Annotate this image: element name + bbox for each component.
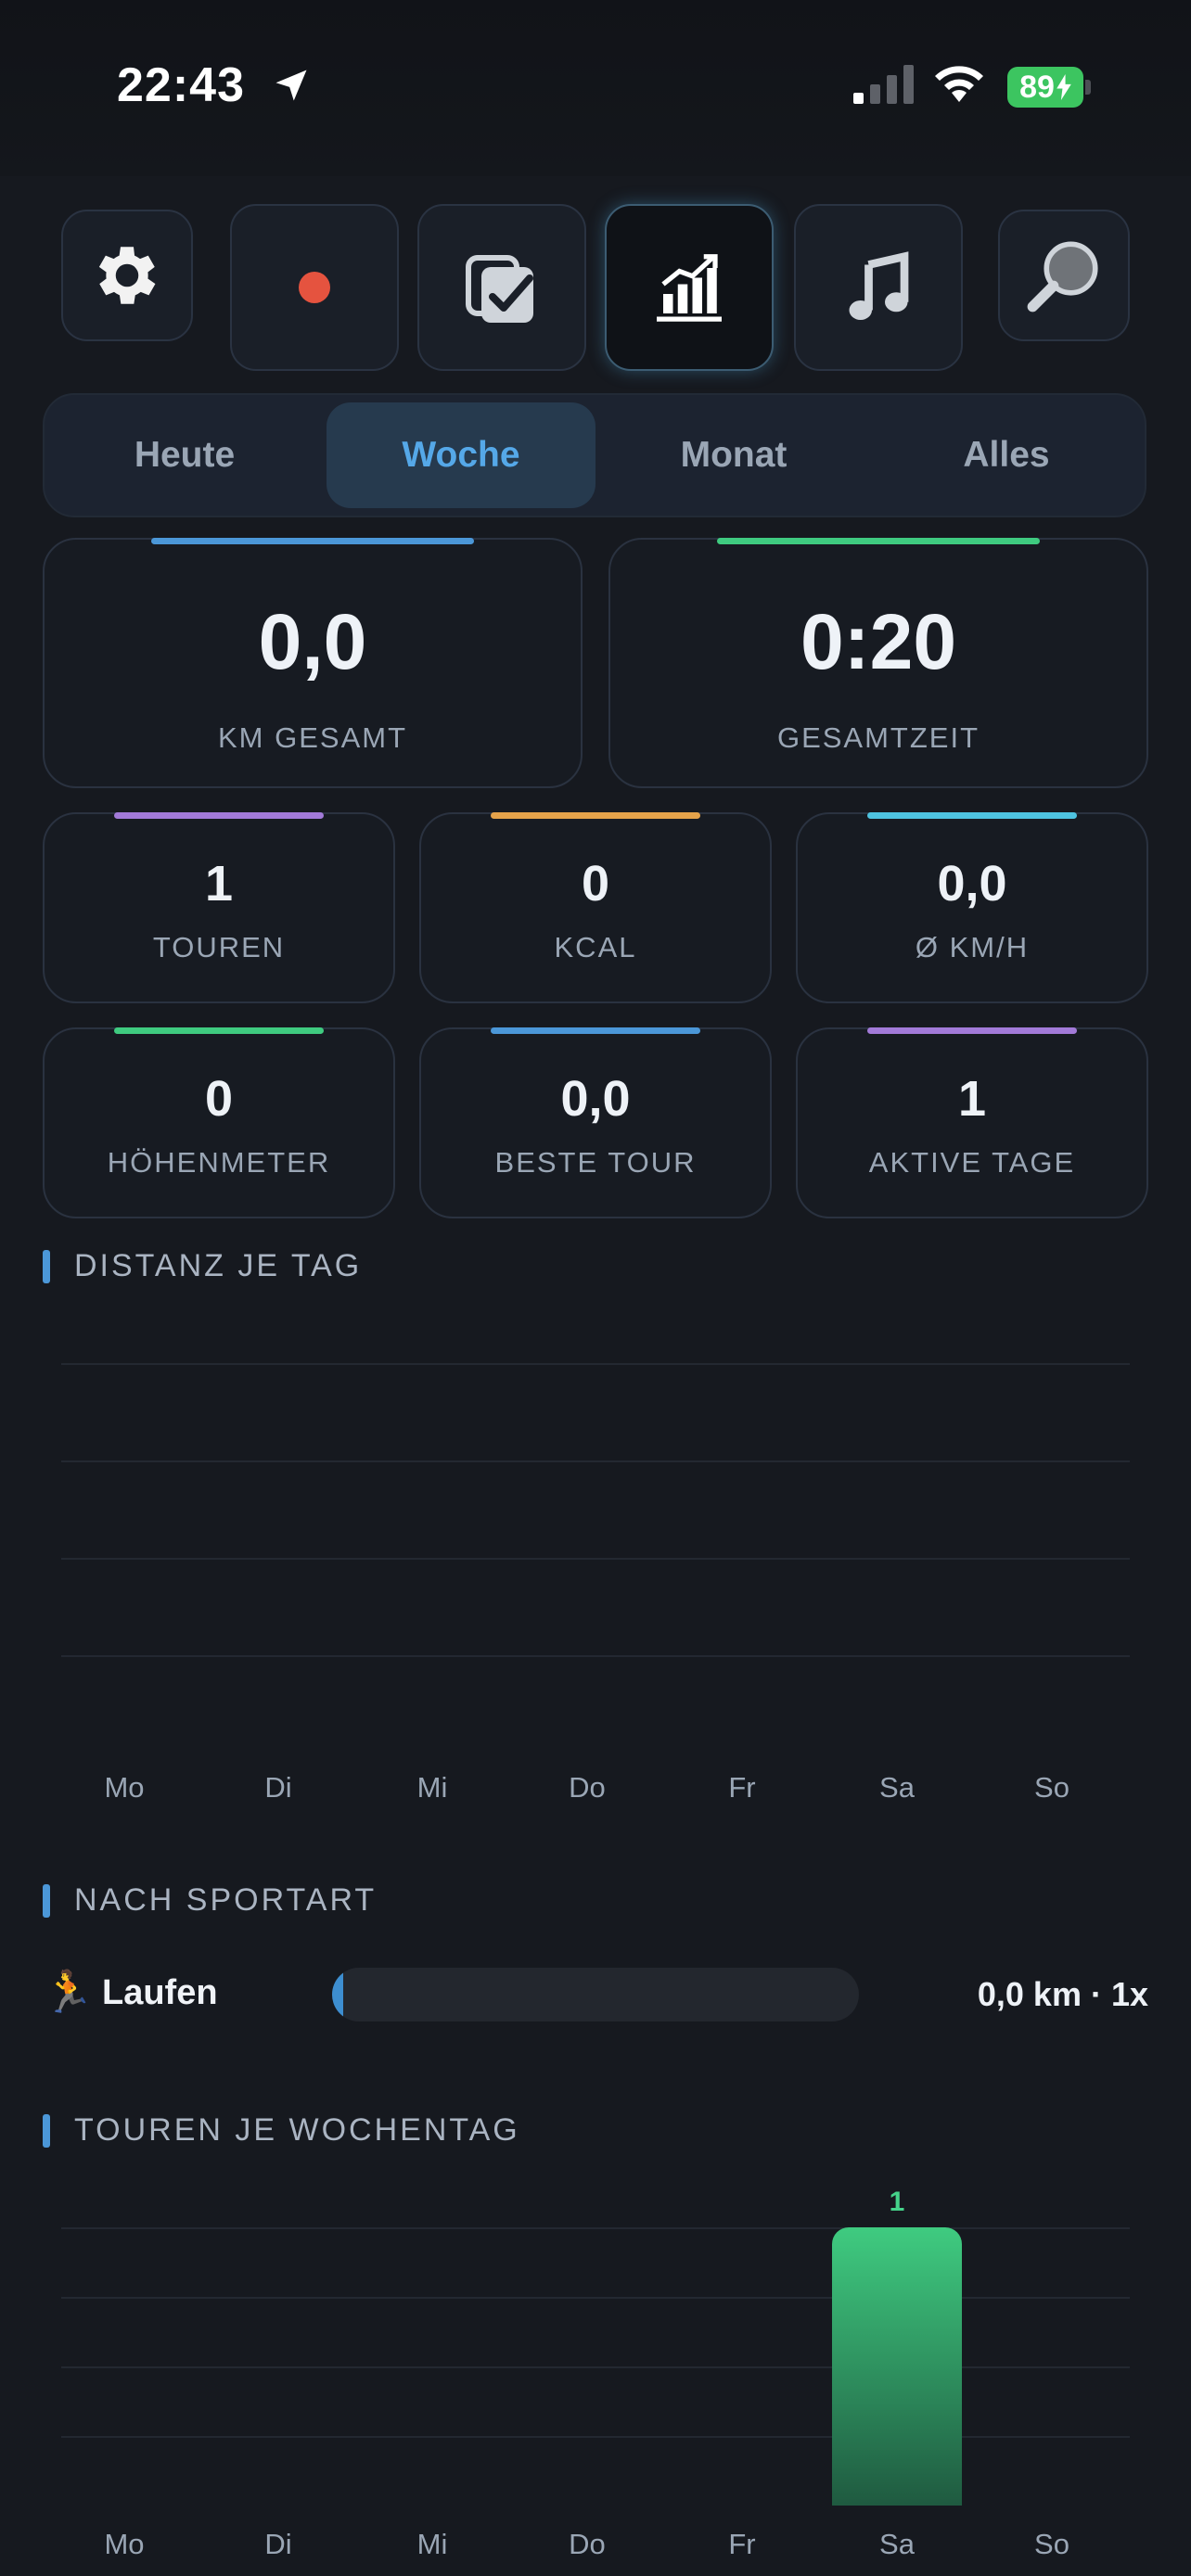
chart-tick-label: Di — [264, 1771, 292, 1804]
runner-icon: 🏃 — [43, 1970, 94, 2015]
checklist-icon — [466, 255, 533, 323]
active-days-card: 1 AKTIVE TAGE — [796, 1027, 1148, 1218]
elevation-card: 0 HÖHENMETER — [43, 1027, 395, 1218]
tours-label: TOUREN — [152, 931, 286, 963]
charging-bolt-icon — [1057, 74, 1071, 100]
chart-gridline — [61, 2366, 1130, 2368]
tours-card: 1 TOUREN — [43, 812, 395, 1003]
stats-chart-icon — [657, 254, 722, 322]
chart-gridline — [61, 2297, 1130, 2299]
search-icon — [1027, 241, 1098, 312]
active-days-value: 1 — [957, 1071, 987, 1127]
record-dot-icon — [299, 272, 330, 303]
status-time: 22:43 — [117, 58, 245, 112]
avg-speed-value: 0,0 — [937, 856, 1007, 912]
period-tabs: Heute Woche Monat Alles — [43, 393, 1146, 517]
chart-tick-label: Fr — [728, 2528, 756, 2560]
best-tour-label: BESTE TOUR — [494, 1146, 697, 1179]
chart-tick-label: Mo — [104, 1771, 145, 1804]
tab-woche[interactable]: Woche — [327, 402, 596, 508]
battery-level: 89 — [1019, 69, 1055, 105]
total-time-value: 0:20 — [800, 598, 957, 685]
chart-tick-label: Mi — [416, 1771, 448, 1804]
chart-tick-label: Do — [569, 2528, 606, 2560]
avg-speed-card: 0,0 Ø KM/H — [796, 812, 1148, 1003]
elevation-label: HÖHENMETER — [107, 1146, 331, 1179]
elevation-value: 0 — [204, 1071, 234, 1127]
sport-progress-fill — [332, 1968, 343, 2021]
chart-tick-label: So — [1034, 2528, 1069, 2560]
chart-tick-label: Mo — [104, 2528, 145, 2560]
search-button[interactable] — [998, 210, 1130, 341]
sport-name: Laufen — [102, 1973, 218, 2012]
active-days-label: AKTIVE TAGE — [868, 1146, 1076, 1179]
card-accent — [867, 1027, 1077, 1034]
tab-alles[interactable]: Alles — [872, 402, 1141, 508]
chart-tick-label: Sa — [879, 2528, 915, 2560]
total-time-label: GESAMTZEIT — [776, 721, 980, 754]
card-accent — [114, 812, 324, 819]
section-title-distance: DISTANZ JE TAG — [43, 1248, 362, 1284]
chart-tick-label: Sa — [879, 1771, 915, 1804]
chart-data-label: 1 — [889, 2187, 905, 2217]
km-total-label: KM GESAMT — [217, 721, 407, 754]
tasks-button[interactable] — [417, 204, 586, 371]
record-button[interactable] — [230, 204, 399, 371]
chart-tick-label: Fr — [728, 1771, 756, 1804]
km-total-card: 0,0 KM GESAMT — [43, 538, 583, 788]
chart-gridline — [61, 2227, 1130, 2229]
kcal-label: KCAL — [554, 931, 637, 963]
sport-progress-track — [332, 1968, 859, 2021]
battery-indicator: 89 — [1007, 67, 1083, 108]
card-accent — [867, 812, 1077, 819]
chart-tick-label: Di — [264, 2528, 292, 2560]
best-tour-value: 0,0 — [560, 1071, 631, 1127]
chart-tick-label: Do — [569, 1771, 606, 1804]
chart-gridline — [61, 1655, 1130, 1657]
chart-gridline — [61, 2436, 1130, 2438]
section-title-tours: TOUREN JE WOCHENTAG — [43, 2112, 520, 2149]
battery-tip — [1085, 80, 1091, 95]
location-arrow-icon — [275, 70, 307, 101]
status-bar: 22:43 89 — [0, 0, 1191, 176]
avg-speed-label: Ø KM/H — [915, 931, 1030, 963]
chart-tick-label: So — [1034, 1771, 1069, 1804]
sport-row[interactable]: 🏃 Laufen 0,0 km · 1x — [43, 1962, 1148, 2029]
tab-heute[interactable]: Heute — [50, 402, 319, 508]
card-accent — [717, 538, 1040, 544]
kcal-value: 0 — [581, 856, 610, 912]
best-tour-card: 0,0 BESTE TOUR — [419, 1027, 772, 1218]
wifi-icon — [935, 66, 983, 102]
gear-icon — [98, 247, 156, 304]
tours-value: 1 — [204, 856, 234, 912]
cellular-signal-icon — [853, 65, 914, 104]
section-title-sport: NACH SPORTART — [43, 1882, 377, 1919]
card-accent — [491, 812, 700, 819]
music-note-icon — [849, 251, 909, 320]
chart-bar[interactable] — [832, 2227, 962, 2506]
statistics-button[interactable] — [605, 204, 774, 371]
music-button[interactable] — [794, 204, 963, 371]
card-accent — [491, 1027, 700, 1034]
chart-gridline — [61, 1363, 1130, 1365]
km-total-value: 0,0 — [258, 598, 367, 685]
tab-monat[interactable]: Monat — [599, 402, 868, 508]
total-time-card: 0:20 GESAMTZEIT — [608, 538, 1148, 788]
sport-stat: 0,0 km · 1x — [977, 1975, 1148, 2013]
chart-gridline — [61, 1460, 1130, 1462]
kcal-card: 0 KCAL — [419, 812, 772, 1003]
card-accent — [151, 538, 474, 544]
toolbar — [0, 202, 1191, 375]
card-accent — [114, 1027, 324, 1034]
settings-button[interactable] — [61, 210, 193, 341]
chart-tick-label: Mi — [416, 2528, 448, 2560]
chart-gridline — [61, 1558, 1130, 1560]
